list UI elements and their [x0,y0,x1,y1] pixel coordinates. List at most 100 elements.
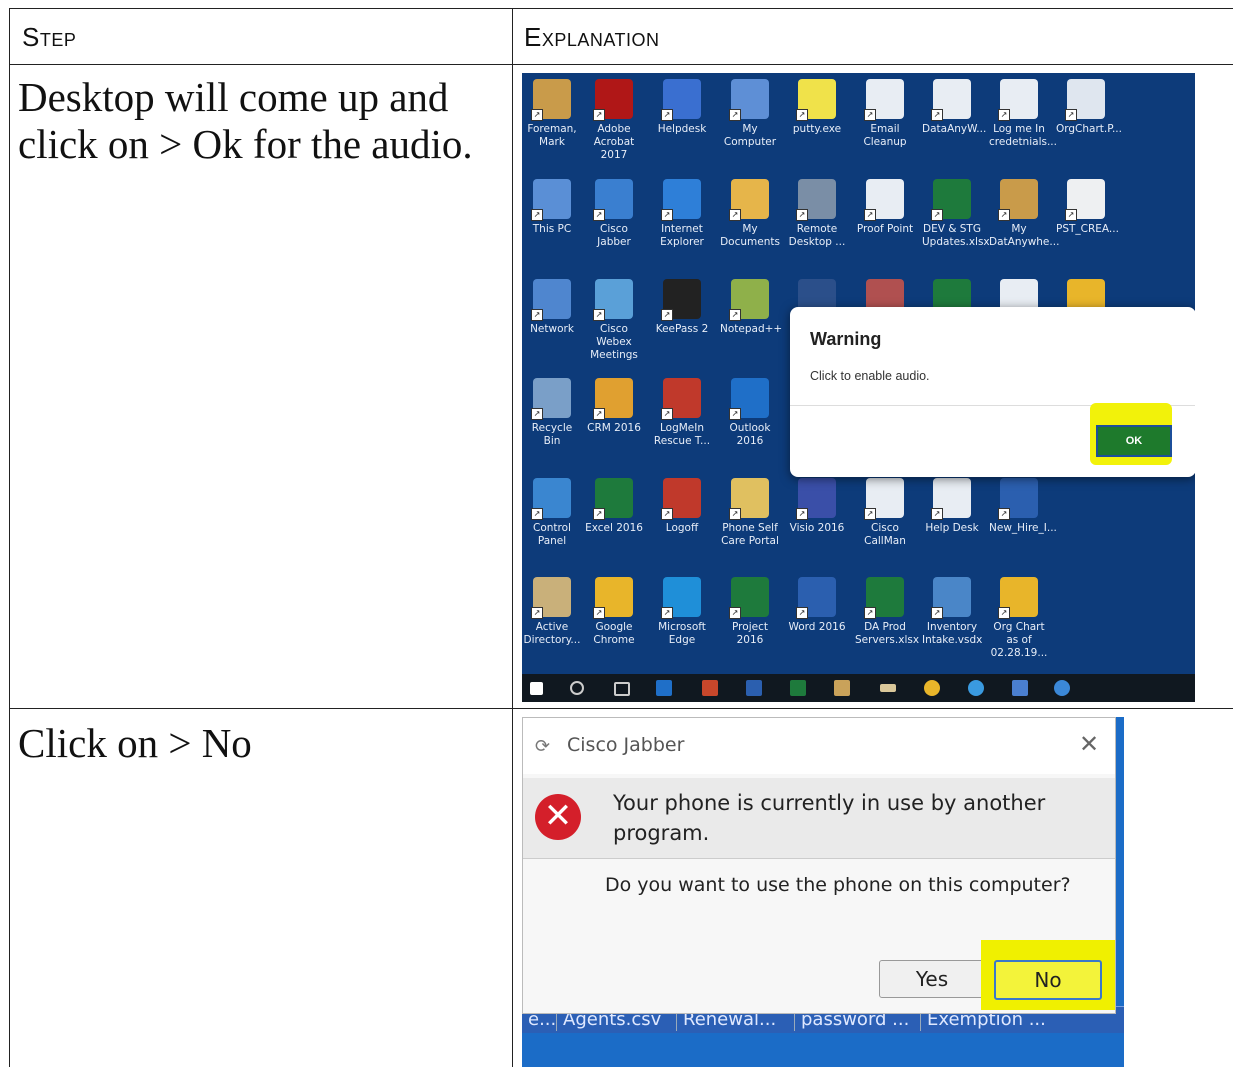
desktop-icon[interactable]: ↗ New_Hire_I... [989,478,1057,535]
shortcut-arrow-icon: ↗ [998,109,1010,121]
desktop-icon[interactable]: ↗ This PC [522,179,582,236]
start-icon [530,682,543,695]
ok-button[interactable]: OK [1096,425,1172,457]
desktop-icon[interactable]: ↗ Helpdesk [652,79,712,136]
desktop-icon[interactable]: ↗ Microsoft Edge [652,577,712,647]
app-icon: ↗ [796,79,836,121]
desktop-icon[interactable]: ↗ Network [522,279,582,336]
no-button[interactable]: No [994,960,1102,1000]
app-icon: ↗ [864,179,904,221]
desktop-icon[interactable]: ↗ Phone Self Care Portal [720,478,780,548]
desktop-icon[interactable]: ↗ Log me In credetnials... [989,79,1057,149]
desktop-icon[interactable]: ↗ Cisco CallMan [855,478,915,548]
desktop-icon[interactable]: ↗ putty.exe [787,79,847,136]
app-icon: ↗ [531,577,571,619]
shortcut-arrow-icon: ↗ [531,309,543,321]
app-icon: ↗ [531,79,571,121]
desktop-icon[interactable]: ↗ My DatAnywhe... [989,179,1059,249]
desktop-icon[interactable]: ↗ My Computer [720,79,780,149]
desktop-icon-label: KeePass 2 [655,323,709,335]
desktop-icon[interactable]: ↗ Internet Explorer [652,179,712,249]
app-icon: ↗ [531,478,571,520]
desktop-icon[interactable]: ↗ DataAnyW... [922,79,987,136]
shortcut-arrow-icon: ↗ [593,607,605,619]
app-icon: ↗ [931,179,971,221]
shortcut-arrow-icon: ↗ [931,607,943,619]
jabber-title: Cisco Jabber [567,734,685,756]
shortcut-arrow-icon: ↗ [661,607,673,619]
desktop-icon[interactable]: ↗ Outlook 2016 [720,378,780,448]
desktop-icon[interactable]: ↗ Inventory Intake.vsdx [922,577,982,647]
app-icon: ↗ [796,179,836,221]
desktop-icon[interactable]: ↗ LogMeIn Rescue T... [652,378,712,448]
close-icon[interactable]: ✕ [1079,730,1099,758]
desktop-icon[interactable]: ↗ Excel 2016 [584,478,644,535]
desktop-icon[interactable]: ↗ Remote Desktop ... [787,179,847,249]
app-icon: ↗ [998,79,1038,121]
desktop-icon-label: DataAnyW... [922,123,987,135]
desktop-icon[interactable]: ↗ Word 2016 [787,577,847,634]
desktop-icon[interactable]: ↗ Active Directory... [522,577,582,647]
shortcut-arrow-icon: ↗ [864,508,876,520]
desktop-icon[interactable]: ↗ OrgChart.P... [1056,79,1122,136]
desktop-icon[interactable]: ↗ Notepad++ [720,279,782,336]
desktop-icon[interactable]: ↗ Help Desk [922,478,982,535]
desktop-icon[interactable]: ↗ Google Chrome [584,577,644,647]
jabber-taskbar-icon [1054,680,1070,696]
desktop-icon[interactable]: ↗ KeePass 2 [652,279,712,336]
table-top-border [10,8,1233,9]
desktop-icon-label: Excel 2016 [585,522,643,534]
word-taskbar-icon [746,680,762,696]
desktop-icon[interactable]: ↗ Org Chart as of 02.28.19... [989,577,1049,660]
desktop-icon[interactable]: ↗ DEV & STG Updates.xlsx [922,179,990,249]
desktop-icon[interactable]: ↗ Adobe Acrobat 2017 [584,79,644,162]
desktop-icon[interactable]: ↗ Control Panel [522,478,582,548]
desktop-icon-label: Cisco CallMan [864,522,906,547]
shortcut-arrow-icon: ↗ [796,508,808,520]
desktop-icon[interactable]: ↗ Logoff [652,478,712,535]
desktop-icon[interactable]: ↗ Foreman, Mark [522,79,582,149]
desktop-icon[interactable]: ↗ Proof Point [855,179,915,236]
column-divider [512,8,513,1067]
desktop-icon-label: Helpdesk [657,123,707,135]
shortcut-arrow-icon: ↗ [1065,209,1077,221]
desktop-icon-label: Logoff [665,522,699,534]
app-icon: ↗ [593,279,633,321]
desktop-icon[interactable]: ↗ PST_CREA... [1056,179,1119,236]
desktop-icon[interactable]: ↗ CRM 2016 [584,378,644,435]
shortcut-arrow-icon: ↗ [998,209,1010,221]
desktop-icon-label: Control Panel [533,522,571,547]
desktop-icon-label: My Computer [723,123,777,148]
desktop-icon[interactable]: ↗ Email Cleanup [855,79,915,149]
desktop-icon-label: Org Chart as of 02.28.19... [990,621,1048,659]
desktop-icon[interactable]: ↗ My Documents [720,179,780,249]
desktop-icon[interactable]: ↗ Recycle Bin [522,378,582,448]
app-icon: ↗ [661,478,701,520]
desktop-icon-label: Proof Point [856,223,914,235]
header-bottom-border [10,64,1233,65]
desktop-icon-label: Outlook 2016 [729,422,771,447]
desktop-icon[interactable]: ↗ Cisco Webex Meetings [584,279,644,362]
shortcut-arrow-icon: ↗ [931,508,943,520]
app-icon: ↗ [593,179,633,221]
jabber-message: Your phone is currently in use by anothe… [613,791,1046,845]
desktop-icon[interactable]: ↗ Cisco Jabber [584,179,644,249]
app-icon: ↗ [729,478,769,520]
app-icon: ↗ [729,279,769,321]
shortcut-arrow-icon: ↗ [531,408,543,420]
shortcut-arrow-icon: ↗ [593,408,605,420]
desktop-icon-label: Remote Desktop ... [788,223,846,248]
desktop-icon-label: Word 2016 [788,621,846,633]
app-icon: ↗ [661,279,701,321]
taskbar [522,674,1195,702]
desktop-icon[interactable]: ↗ Visio 2016 [787,478,847,535]
desktop-icon[interactable]: ↗ Project 2016 [720,577,780,647]
desktop-icon[interactable]: ↗ DA Prod Servers.xlsx [855,577,919,647]
desktop-icon-label: Inventory Intake.vsdx [922,621,983,646]
yes-button[interactable]: Yes [879,960,985,998]
row2-step-text: Click on > No [18,720,252,766]
app-icon: ↗ [998,179,1038,221]
app-icon: ↗ [661,577,701,619]
jabber-dialog: ⟳ Cisco Jabber ✕ ✕ Your phone is current… [522,717,1116,1014]
desktop-icon-label: OrgChart.P... [1056,123,1122,135]
